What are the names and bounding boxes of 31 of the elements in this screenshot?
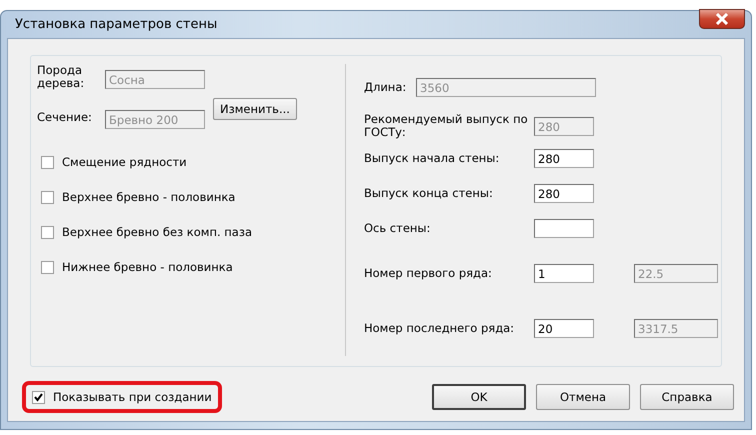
checkbox[interactable] <box>41 190 54 204</box>
field-label: Номер последнего ряда: <box>364 322 516 335</box>
field-label: Выпуск конца стены: <box>364 187 494 200</box>
field-label: Ось стены: <box>364 222 432 235</box>
text-field[interactable]: 280 <box>534 149 594 168</box>
checkbox-label: Верхнее бревно - половинка <box>62 190 236 204</box>
text-field[interactable]: 280 <box>534 184 594 203</box>
checkbox[interactable] <box>41 260 54 274</box>
text-field[interactable]: 1 <box>534 264 594 283</box>
checkbox-label: Нижнее бревно - половинка <box>62 260 233 274</box>
field-label: Выпуск начала стены: <box>364 152 500 165</box>
checkbox[interactable] <box>32 390 45 404</box>
field-label: Порода дерева: <box>37 64 86 90</box>
close-button[interactable] <box>699 8 745 28</box>
field-label: Сечение: <box>37 111 93 124</box>
text-field[interactable]: 20 <box>534 319 594 338</box>
close-icon <box>715 12 729 24</box>
field-label: Длина: <box>364 81 408 94</box>
dialog-button[interactable]: Справка <box>640 384 734 410</box>
dialog-button[interactable]: OK <box>432 384 526 410</box>
dialog-button[interactable]: Отмена <box>536 384 630 410</box>
field-label: Номер первого ряда: <box>364 267 493 280</box>
checkbox[interactable] <box>41 226 54 238</box>
change-button[interactable]: Изменить... <box>213 98 297 120</box>
checkbox-label: Смещение рядности <box>62 155 187 169</box>
window-title: Установка параметров стены <box>14 17 218 32</box>
text-field[interactable] <box>534 219 594 238</box>
checkbox[interactable] <box>41 156 54 168</box>
checkbox-label: Показывать при создании <box>53 390 212 404</box>
checkbox-label: Верхнее бревно без комп. паза <box>62 225 252 239</box>
field-label: Рекомендуемый выпуск по ГОСТу: <box>364 113 529 139</box>
